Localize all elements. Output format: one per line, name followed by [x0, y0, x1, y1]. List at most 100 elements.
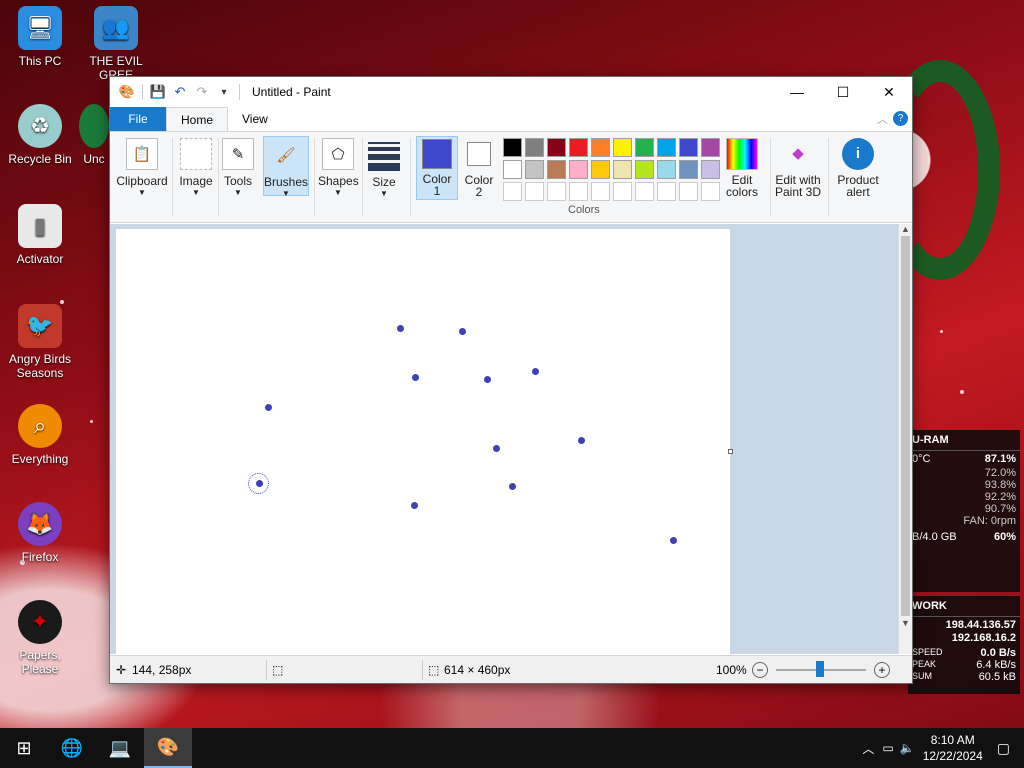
taskbar-paint-icon[interactable]: 🎨: [144, 728, 192, 768]
color-swatch[interactable]: [613, 138, 632, 157]
divider: [828, 138, 829, 216]
clock[interactable]: 8:10 AM 12/22/2024: [923, 732, 983, 764]
snowflake: [940, 330, 943, 333]
cpu-ram-gadget: U-RAM 0°C 87.1% 72.0% 93.8% 92.2% 90.7% F…: [908, 430, 1020, 592]
color-swatch[interactable]: [635, 138, 654, 157]
color-swatch[interactable]: [525, 160, 544, 179]
desktop-icon-unc[interactable]: Unc: [78, 104, 110, 166]
core-usage: 72.0%: [984, 467, 1016, 479]
save-icon[interactable]: 💾: [147, 81, 169, 103]
minimize-button[interactable]: —: [774, 77, 820, 107]
color1-button[interactable]: Color 1: [416, 136, 458, 200]
color-swatch[interactable]: [569, 160, 588, 179]
edit-colors-button[interactable]: Edit colors: [720, 136, 764, 198]
divider: [410, 138, 411, 216]
brush-cursor: [248, 473, 269, 494]
zoom-in-button[interactable]: +: [874, 662, 890, 678]
color-swatch[interactable]: [569, 138, 588, 157]
scroll-thumb[interactable]: [901, 236, 910, 616]
desktop-icon-this-pc[interactable]: 🖥 This PC: [0, 6, 80, 68]
app-icon: [79, 104, 109, 148]
color-swatch[interactable]: [525, 138, 544, 157]
color-swatch[interactable]: [679, 138, 698, 157]
zoom-slider-thumb[interactable]: [816, 661, 824, 677]
tab-view[interactable]: View: [228, 107, 282, 131]
color-swatch[interactable]: [591, 160, 610, 179]
custom-color-slot[interactable]: [657, 182, 676, 201]
chevron-up-icon[interactable]: ︿: [862, 740, 874, 757]
help-icon[interactable]: ?: [893, 111, 908, 126]
redo-icon[interactable]: ↷: [191, 81, 213, 103]
desktop-icon-angry-birds[interactable]: 🐦 Angry Birds Seasons: [0, 304, 80, 380]
taskbar-app-icon[interactable]: 🌐: [48, 728, 96, 768]
speed-label: SPEED: [912, 647, 943, 657]
scroll-up-icon[interactable]: ▲: [899, 224, 912, 234]
color-swatch[interactable]: [503, 138, 522, 157]
brushes-button[interactable]: 🖌 Brushes ▼: [263, 136, 309, 198]
custom-color-slot[interactable]: [613, 182, 632, 201]
close-button[interactable]: ✕: [866, 77, 912, 107]
resize-handle[interactable]: [728, 449, 733, 454]
ribbon-tabs: File Home View ︿ ?: [110, 107, 912, 131]
color-swatch[interactable]: [503, 160, 522, 179]
custom-color-slot[interactable]: [547, 182, 566, 201]
scroll-down-icon[interactable]: ▼: [899, 618, 912, 628]
size-button[interactable]: Size ▼: [364, 136, 404, 198]
vertical-scrollbar[interactable]: ▲ ▼: [898, 224, 912, 654]
start-button[interactable]: ⊞: [0, 728, 48, 768]
tab-home[interactable]: Home: [166, 107, 229, 131]
info-icon: i: [842, 138, 874, 170]
drawing-canvas[interactable]: [116, 229, 730, 654]
tools-button[interactable]: ✎ Tools ▼: [220, 136, 256, 197]
paint-dot: [484, 376, 491, 383]
color-swatch[interactable]: [657, 160, 676, 179]
custom-color-slot[interactable]: [701, 182, 720, 201]
customize-quick-access-icon[interactable]: ▾: [213, 81, 235, 103]
undo-icon[interactable]: ↶: [169, 81, 191, 103]
divider: [239, 84, 240, 100]
volume-icon[interactable]: 🔈: [900, 741, 915, 755]
collapse-ribbon-icon[interactable]: ︿: [877, 111, 888, 127]
image-button[interactable]: Image ▼: [176, 136, 216, 197]
custom-color-slot[interactable]: [569, 182, 588, 201]
custom-color-slot[interactable]: [635, 182, 654, 201]
line-size-icon: [368, 142, 400, 171]
paint-window: 🎨 💾 ↶ ↷ ▾ Untitled - Paint — ☐ ✕ File Ho…: [109, 76, 913, 684]
product-alert-button[interactable]: i Product alert: [832, 136, 884, 198]
custom-color-slot[interactable]: [503, 182, 522, 201]
color-swatch[interactable]: [547, 160, 566, 179]
color-swatch[interactable]: [679, 160, 698, 179]
desktop-icon-everything[interactable]: ⌕ Everything: [0, 404, 80, 466]
color-swatch[interactable]: [613, 160, 632, 179]
color-swatch[interactable]: [591, 138, 610, 157]
search-icon: ⌕: [18, 404, 62, 448]
paint3d-icon: ◆: [792, 145, 804, 162]
paint-app-icon[interactable]: 🎨: [116, 81, 138, 103]
notification-icon[interactable]: ▢: [997, 740, 1010, 757]
desktop-icon-activator[interactable]: ▮ Activator: [0, 204, 80, 266]
custom-color-slot[interactable]: [525, 182, 544, 201]
paint-dot: [532, 368, 539, 375]
desktop-icon-recycle-bin[interactable]: ♻ Recycle Bin: [0, 104, 80, 166]
color-swatch[interactable]: [547, 138, 566, 157]
network-icon[interactable]: ▭: [882, 741, 893, 755]
taskbar-app-icon[interactable]: 💻: [96, 728, 144, 768]
canvas-area: [110, 224, 900, 654]
color-swatch[interactable]: [635, 160, 654, 179]
desktop-icon-firefox[interactable]: 🦊 Firefox: [0, 502, 80, 564]
paint3d-button[interactable]: ◆ Edit with Paint 3D: [772, 136, 824, 198]
tab-file[interactable]: File: [110, 107, 166, 131]
color-swatch[interactable]: [701, 138, 720, 157]
maximize-button[interactable]: ☐: [820, 77, 866, 107]
custom-color-slot[interactable]: [591, 182, 610, 201]
desktop-icon-papers-please[interactable]: ✦ Papers, Please: [0, 600, 80, 676]
clipboard-button[interactable]: 📋 Clipboard ▼: [116, 136, 168, 197]
peak-label: PEAK: [912, 659, 937, 669]
color-swatch[interactable]: [657, 138, 676, 157]
zoom-out-button[interactable]: −: [752, 662, 768, 678]
color-swatch[interactable]: [701, 160, 720, 179]
color2-button[interactable]: Color 2: [460, 136, 498, 198]
sum-label: SUM: [912, 671, 932, 681]
custom-color-slot[interactable]: [679, 182, 698, 201]
shapes-button[interactable]: ⬠ Shapes ▼: [318, 136, 359, 197]
